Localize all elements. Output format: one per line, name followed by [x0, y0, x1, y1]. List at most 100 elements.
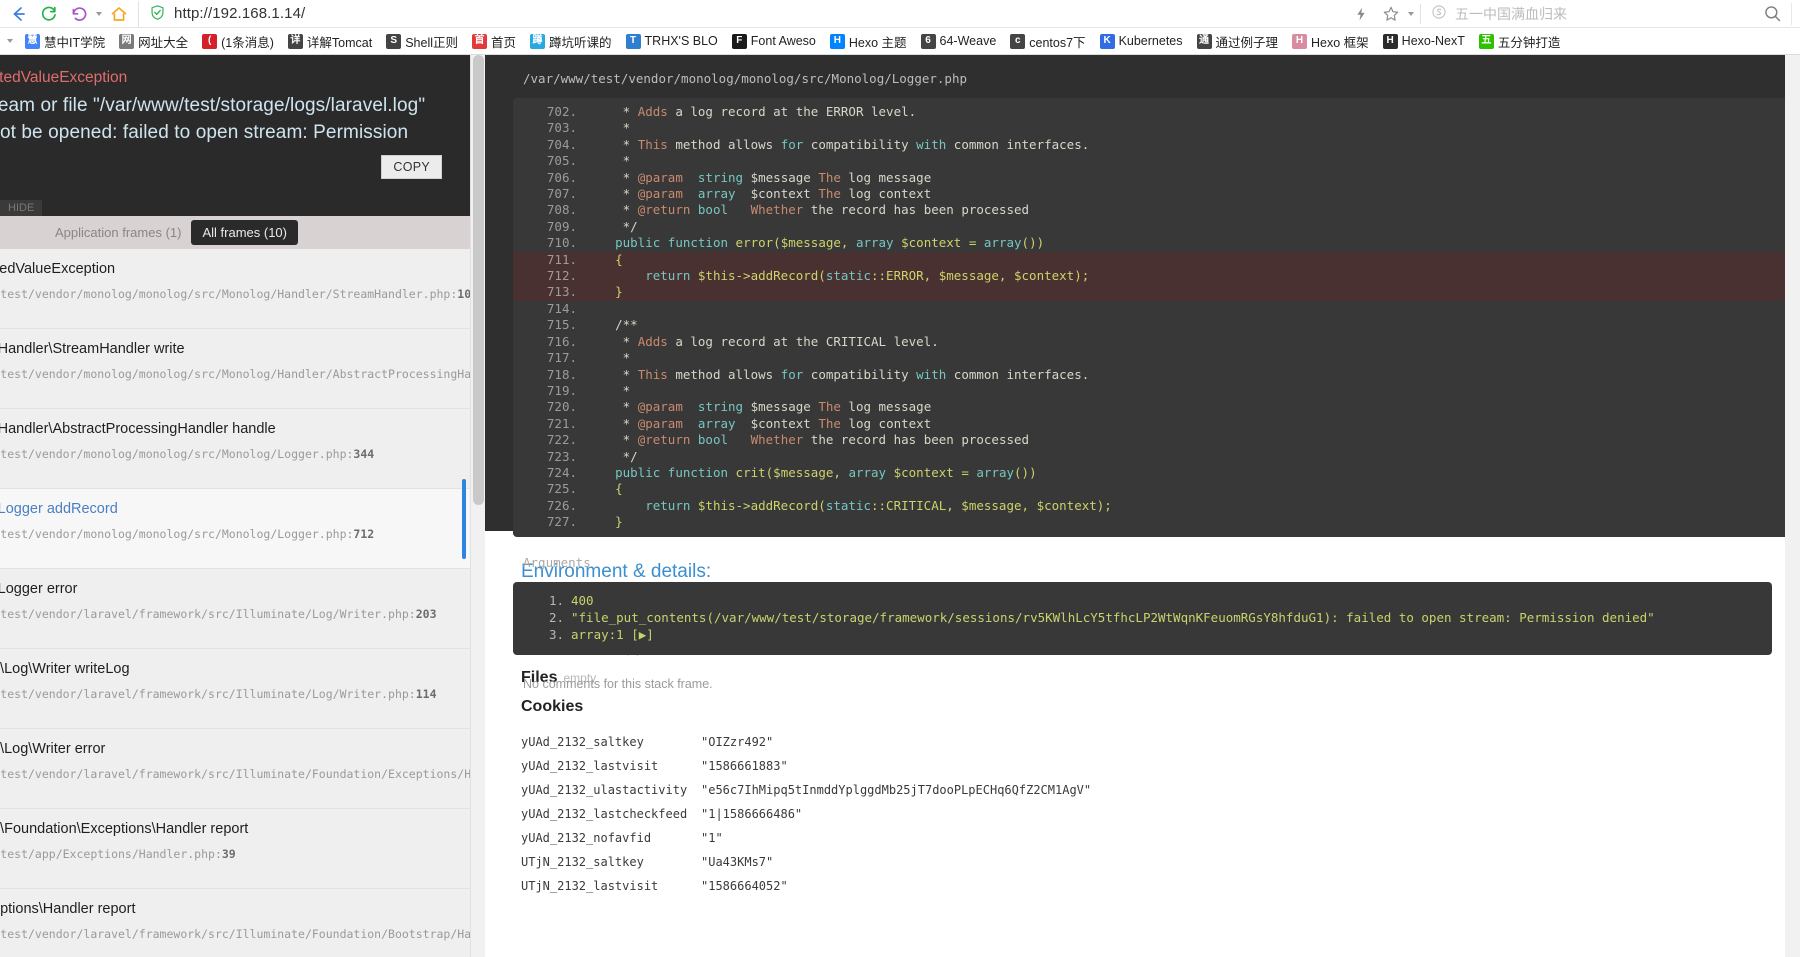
exception-header: UnexpectedValueException The stream or f…	[0, 55, 470, 216]
stack-frame-path: /var/www/test/vendor/monolog/monolog/src…	[0, 366, 470, 381]
bookmark-item[interactable]: H Hexo 主题	[823, 30, 914, 53]
stack-frame-row[interactable]: Monolog\Logger addRecord/var/www/test/ve…	[0, 488, 470, 569]
tab-all-frames[interactable]: All frames (10)	[191, 219, 298, 245]
cookie-row: yUAd_2132_ulastactivity "e56c7IhMipq5tInm…	[521, 778, 1091, 802]
stack-frame-row[interactable]: Illuminate\Log\Writer writeLog/var/www/t…	[0, 648, 470, 729]
bookmark-item[interactable]: F Font Aweso	[725, 32, 823, 51]
code-line: 724. public function crit($message, arra…	[513, 465, 1800, 481]
environment-section: Cookies	[485, 687, 1800, 716]
lightning-icon[interactable]	[1346, 1, 1376, 27]
stack-frame-row[interactable]: Monolog\Handler\StreamHandler write/var/…	[0, 328, 470, 409]
code-line: 713. }	[513, 284, 1800, 301]
code-line-number: 710.	[546, 235, 577, 251]
bookmark-label: 网址大全	[138, 35, 189, 50]
bookmark-item[interactable]: 五五分钟打造	[1472, 30, 1568, 53]
frames-scroll-indicator[interactable]	[462, 479, 466, 559]
cookie-key: yUAd_2132_lastvisit	[521, 759, 659, 773]
cookie-row: yUAd_2132_lastcheckfeed "1|1586666486"	[521, 802, 1091, 826]
no-comments-text: No comments for this stack frame.	[523, 676, 713, 691]
search-placeholder: 五一中国满血归来	[1455, 5, 1567, 22]
cookie-key: yUAd_2132_lastcheckfeed	[521, 807, 688, 821]
tomcat-icon: S	[386, 33, 402, 49]
bookmark-item[interactable]: 网网址大全	[112, 30, 195, 53]
code-line-number: 708.	[546, 202, 577, 218]
stack-frame-row[interactable]: Monolog\Handler\AbstractProcessingHandle…	[0, 408, 470, 489]
history-dropdown-caret[interactable]	[94, 11, 104, 16]
bookmark-item[interactable]: c centos7下	[1003, 30, 1092, 53]
argument-value: 400	[571, 592, 594, 608]
argument-index: 3.	[549, 626, 565, 642]
stack-frame-line-number: 712	[353, 526, 375, 541]
scrollbar-thumb[interactable]	[473, 55, 484, 505]
tab-application-frames[interactable]: Application frames (1)	[55, 225, 181, 240]
code-line-number: 723.	[546, 448, 577, 464]
code-line-number: 719.	[546, 382, 577, 398]
stack-frame-title: Illuminate\Log\Writer error	[0, 740, 106, 757]
bookmark-label: 详解Tomcat	[306, 35, 373, 50]
bookmark-label: Hexo 主题	[848, 35, 907, 50]
bookmark-item[interactable]: 通通过例子理	[1190, 30, 1286, 53]
bookmark-item[interactable]: 6 64-Weave	[914, 32, 1004, 51]
code-line: 720. * @param string $message The log me…	[513, 399, 1800, 415]
stack-frame-row[interactable]: Illuminate\Log\Writer error/var/www/test…	[0, 728, 470, 809]
argument-value: "file_put_contents(/var/www/test/storage…	[571, 609, 1655, 625]
code-region: /var/www/test/vendor/monolog/monolog/src…	[485, 55, 1800, 691]
bookmark-item[interactable]: 首首页	[465, 30, 523, 53]
stack-frame-row[interactable]: App\Exceptions\Handler report/var/www/te…	[0, 888, 470, 957]
bookmark-item[interactable]: 详详解Tomcat	[281, 30, 379, 53]
arguments-title: Arguments	[523, 554, 591, 570]
argument-index: 1.	[549, 592, 565, 608]
cookie-key: yUAd_2132_nofavfid	[521, 831, 652, 845]
back-button[interactable]	[4, 1, 34, 27]
stack-frame-path: /var/www/test/vendor/monolog/monolog/src…	[0, 286, 470, 303]
code-line-text: *	[585, 153, 631, 169]
code-line: 715. /**	[513, 317, 1800, 333]
bookmark-item[interactable]: 蹲蹲坑听课的	[523, 30, 619, 53]
code-line: 723. */	[513, 449, 1800, 465]
stack-frame-row[interactable]: Monolog\Logger error/var/www/test/vendor…	[0, 568, 470, 649]
search-box[interactable]: 五一中国满血归来	[1425, 1, 1755, 27]
code-line: 702. * Adds a log record at the ERROR le…	[513, 104, 1800, 120]
bookmarks-bar: 慧慧中IT学院网网址大全((1条消息) 详详解Tomcat S Shell正则首首页蹲…	[0, 28, 1800, 55]
bookmark-label: 通过例子理	[1215, 35, 1279, 50]
search-engine-icon	[1431, 4, 1447, 23]
code-line: 705. *	[513, 153, 1800, 169]
page-scrollbar-right[interactable]	[1785, 55, 1800, 957]
image-icon: F	[731, 33, 747, 49]
bookmark-item[interactable]: T TRHX'S BLO	[619, 32, 725, 51]
bookmark-star-icon[interactable]	[1376, 1, 1406, 27]
stack-frame-row[interactable]: Illuminate\Foundation\Exceptions\Handler…	[0, 808, 470, 889]
cookie-row: yUAd_2132_nofavfid "1"	[521, 826, 1091, 850]
search-submit-icon[interactable]	[1755, 1, 1789, 27]
history-button[interactable]	[64, 1, 94, 27]
code-line-text: * @param string $message The log message	[585, 399, 932, 415]
code-line: 716. * Adds a log record at the CRITICAL…	[513, 334, 1800, 350]
bookmark-item[interactable]: H Hexo-NexT	[1376, 32, 1472, 51]
page-scrollbar-left[interactable]	[470, 55, 485, 957]
stack-frame-line-number: 344	[353, 446, 375, 461]
bookmark-item[interactable]: K Kubernetes	[1093, 32, 1190, 51]
bookmark-item[interactable]: S Shell正则	[379, 30, 465, 53]
toolbar-more-caret[interactable]	[1406, 11, 1416, 16]
hide-button[interactable]: HIDE	[0, 199, 43, 216]
code-line-number: 718.	[546, 366, 577, 382]
home-button[interactable]	[104, 1, 134, 27]
bookmark-item[interactable]: H Hexo 框架	[1285, 30, 1376, 53]
bookmark-item[interactable]: ((1条消息)	[195, 30, 281, 53]
cookie-key: yUAd_2132_ulastactivity	[521, 783, 688, 797]
stack-frame-row[interactable]: UnexpectedValueException/var/www/test/ve…	[0, 248, 470, 329]
stack-frame-line-number: 114	[415, 686, 437, 701]
code-line: 712. return $this->addRecord(static::ERR…	[513, 268, 1800, 285]
code-line: 721. * @param array $context The log con…	[513, 416, 1800, 432]
code-line-text: *	[585, 350, 631, 366]
reload-button[interactable]	[34, 1, 64, 27]
code-line-number: 711.	[546, 251, 577, 267]
code-line-number: 715.	[546, 317, 577, 333]
bookmarks-overflow-caret[interactable]	[2, 39, 18, 43]
code-line: 725. {	[513, 481, 1800, 497]
bookmark-item[interactable]: 慧慧中IT学院	[18, 30, 112, 53]
copy-button[interactable]: COPY	[381, 155, 442, 179]
address-bar[interactable]: http://192.168.1.14/	[138, 0, 1346, 27]
stack-frame-title: Illuminate\Foundation\Exceptions\Handler…	[0, 820, 249, 837]
code-block: 702. * Adds a log record at the ERROR le…	[513, 98, 1800, 537]
